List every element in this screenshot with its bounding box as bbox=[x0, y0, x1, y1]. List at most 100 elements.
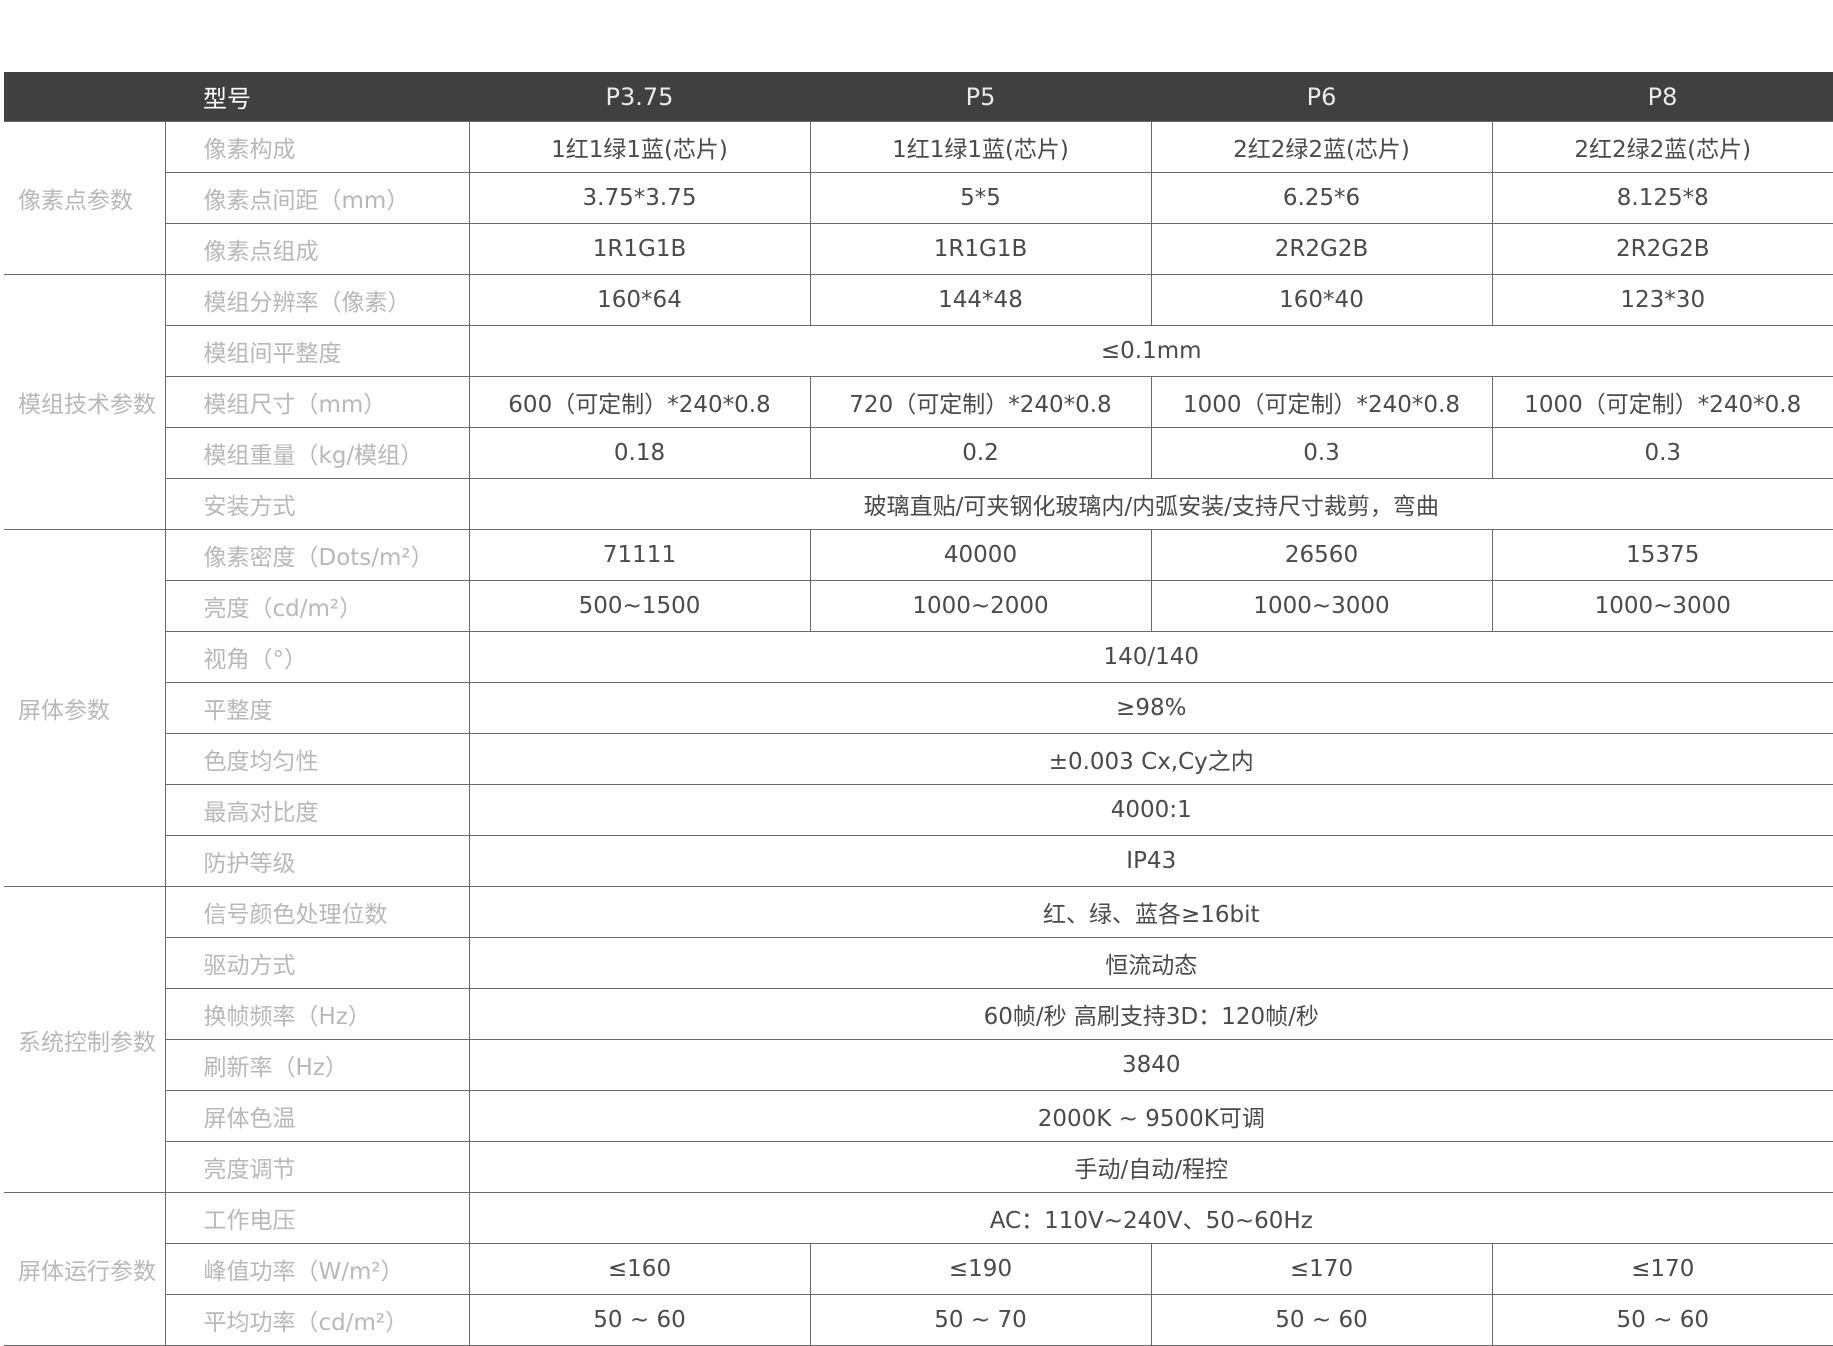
table-row: 平均功率（cd/m²） 50 ~ 60 50 ~ 70 50 ~ 60 50 ~ 60 bbox=[4, 1294, 1833, 1346]
merged-value-cell: 2000K ~ 9500K可调 bbox=[468, 1090, 1833, 1142]
param-label: 平均功率（cd/m²） bbox=[164, 1294, 470, 1346]
value-cell: 1R1G1B bbox=[809, 223, 1152, 275]
table-row: 刷新率（Hz） 3840 bbox=[4, 1039, 1833, 1091]
merged-value-cell: 红、绿、蓝各≥16bit bbox=[468, 886, 1833, 938]
table-row: 模组尺寸（mm） 600（可定制）*240*0.8 720（可定制）*240*0.8… bbox=[4, 376, 1833, 428]
value-cell: 2红2绿2蓝(芯片) bbox=[1150, 121, 1493, 173]
value-cell: 720（可定制）*240*0.8 bbox=[809, 376, 1152, 428]
table-row: 屏体色温 2000K ~ 9500K可调 bbox=[4, 1090, 1833, 1142]
value-cell: 1000（可定制）*240*0.8 bbox=[1150, 376, 1493, 428]
value-cell: 1000~3000 bbox=[1150, 580, 1493, 632]
header-group-cell bbox=[4, 72, 165, 122]
table-row: 驱动方式 恒流动态 bbox=[4, 937, 1833, 989]
merged-value-cell: 3840 bbox=[468, 1039, 1833, 1091]
value-cell: ≤170 bbox=[1150, 1243, 1493, 1295]
table-row: 亮度调节 手动/自动/程控 bbox=[4, 1141, 1833, 1193]
table-row: 模组技术参数 模组分辨率（像素） 160*64 144*48 160*40 123*30 bbox=[4, 274, 1833, 530]
group-label: 屏体参数 bbox=[4, 529, 166, 887]
value-cell: 50 ~ 70 bbox=[809, 1294, 1152, 1346]
value-cell: 1R1G1B bbox=[468, 223, 811, 275]
param-label: 信号颜色处理位数 bbox=[164, 886, 470, 938]
value-cell: ≤170 bbox=[1491, 1243, 1833, 1295]
table-row: 模组重量（kg/模组） 0.18 0.2 0.3 0.3 bbox=[4, 427, 1833, 479]
value-cell: ≤160 bbox=[468, 1243, 811, 1295]
table-row: 系统控制参数 信号颜色处理位数 红、绿、蓝各≥16bit bbox=[4, 886, 1833, 1193]
table-row: 像素点组成 1R1G1B 1R1G1B 2R2G2B 2R2G2B bbox=[4, 223, 1833, 275]
value-cell: 0.2 bbox=[809, 427, 1152, 479]
table-row: 防护等级 IP43 bbox=[4, 835, 1833, 887]
param-label: 模组重量（kg/模组） bbox=[164, 427, 470, 479]
param-label: 屏体色温 bbox=[164, 1090, 470, 1142]
merged-value-cell: 4000:1 bbox=[468, 784, 1833, 836]
param-label: 像素构成 bbox=[164, 121, 470, 173]
table-row: 换帧频率（Hz） 60帧/秒 高刷支持3D：120帧/秒 bbox=[4, 988, 1833, 1040]
param-label: 亮度（cd/m²） bbox=[164, 580, 470, 632]
param-label: 像素密度（Dots/m²） bbox=[164, 529, 470, 581]
value-cell: 6.25*6 bbox=[1150, 172, 1493, 224]
value-cell: 15375 bbox=[1491, 529, 1833, 581]
value-cell: 26560 bbox=[1150, 529, 1493, 581]
value-cell: 500~1500 bbox=[468, 580, 811, 632]
spec-table-container: 型号 P3.75 P5 P6 P8 像素点参数 像素构成 1红1绿1蓝(芯片) 1红1… bbox=[4, 72, 1833, 1346]
spec-table: 型号 P3.75 P5 P6 P8 像素点参数 像素构成 1红1绿1蓝(芯片) 1红1… bbox=[4, 72, 1833, 1346]
group-label: 像素点参数 bbox=[4, 121, 166, 275]
table-row: 视角（°） 140/140 bbox=[4, 631, 1833, 683]
table-row: 色度均匀性 ±0.003 Cx,Cy之内 bbox=[4, 733, 1833, 785]
value-cell: ≤190 bbox=[809, 1243, 1152, 1295]
group-label: 屏体运行参数 bbox=[4, 1192, 166, 1346]
value-cell: 1000~3000 bbox=[1491, 580, 1833, 632]
param-label: 换帧频率（Hz） bbox=[164, 988, 470, 1040]
param-label: 亮度调节 bbox=[164, 1141, 470, 1193]
value-cell: 3.75*3.75 bbox=[468, 172, 811, 224]
merged-value-cell: 60帧/秒 高刷支持3D：120帧/秒 bbox=[468, 988, 1833, 1040]
table-row: 安装方式 玻璃直贴/可夹钢化玻璃内/内弧安装/支持尺寸裁剪，弯曲 bbox=[4, 478, 1833, 530]
merged-value-cell: ≥98% bbox=[468, 682, 1833, 734]
merged-value-cell: 140/140 bbox=[468, 631, 1833, 683]
param-label: 防护等级 bbox=[164, 835, 470, 887]
value-cell: 40000 bbox=[809, 529, 1152, 581]
table-row: 像素点参数 像素构成 1红1绿1蓝(芯片) 1红1绿1蓝(芯片) 2红2绿2蓝(芯片) 2… bbox=[4, 121, 1833, 275]
value-cell: 0.3 bbox=[1150, 427, 1493, 479]
group-label: 系统控制参数 bbox=[4, 886, 166, 1193]
spec-body: 像素点参数 像素构成 1红1绿1蓝(芯片) 1红1绿1蓝(芯片) 2红2绿2蓝(芯片) 2… bbox=[4, 121, 1833, 1346]
value-cell: 50 ~ 60 bbox=[468, 1294, 811, 1346]
value-cell: 160*64 bbox=[468, 274, 811, 326]
param-label: 像素点间距（mm） bbox=[164, 172, 470, 224]
group-label: 模组技术参数 bbox=[4, 274, 166, 530]
param-label: 峰值功率（W/m²） bbox=[164, 1243, 470, 1295]
table-row: 平整度 ≥98% bbox=[4, 682, 1833, 734]
merged-value-cell: 玻璃直贴/可夹钢化玻璃内/内弧安装/支持尺寸裁剪，弯曲 bbox=[468, 478, 1833, 530]
value-cell: 600（可定制）*240*0.8 bbox=[468, 376, 811, 428]
merged-value-cell: IP43 bbox=[468, 835, 1833, 887]
table-row: 亮度（cd/m²） 500~1500 1000~2000 1000~3000 1000~… bbox=[4, 580, 1833, 632]
value-cell: 123*30 bbox=[1491, 274, 1833, 326]
param-label: 像素点组成 bbox=[164, 223, 470, 275]
value-cell: 50 ~ 60 bbox=[1150, 1294, 1493, 1346]
value-cell: 2R2G2B bbox=[1491, 223, 1833, 275]
value-cell: 50 ~ 60 bbox=[1491, 1294, 1833, 1346]
header-model-p8: P8 bbox=[1492, 72, 1833, 122]
header-model-label: 型号 bbox=[165, 72, 469, 122]
value-cell: 2红2绿2蓝(芯片) bbox=[1491, 121, 1833, 173]
value-cell: 1红1绿1蓝(芯片) bbox=[468, 121, 811, 173]
table-row: 模组间平整度 ≤0.1mm bbox=[4, 325, 1833, 377]
table-row: 屏体运行参数 工作电压 AC：110V~240V、50~60Hz bbox=[4, 1192, 1833, 1346]
table-row: 最高对比度 4000:1 bbox=[4, 784, 1833, 836]
value-cell: 8.125*8 bbox=[1491, 172, 1833, 224]
value-cell: 0.18 bbox=[468, 427, 811, 479]
param-label: 刷新率（Hz） bbox=[164, 1039, 470, 1091]
merged-value-cell: AC：110V~240V、50~60Hz bbox=[468, 1192, 1833, 1244]
table-row: 峰值功率（W/m²） ≤160 ≤190 ≤170 ≤170 bbox=[4, 1243, 1833, 1295]
param-label: 模组分辨率（像素） bbox=[164, 274, 470, 326]
merged-value-cell: 恒流动态 bbox=[468, 937, 1833, 989]
value-cell: 144*48 bbox=[809, 274, 1152, 326]
param-label: 工作电压 bbox=[164, 1192, 470, 1244]
value-cell: 1000~2000 bbox=[809, 580, 1152, 632]
value-cell: 71111 bbox=[468, 529, 811, 581]
param-label: 最高对比度 bbox=[164, 784, 470, 836]
value-cell: 1000（可定制）*240*0.8 bbox=[1491, 376, 1833, 428]
param-label: 色度均匀性 bbox=[164, 733, 470, 785]
param-label: 模组间平整度 bbox=[164, 325, 470, 377]
param-label: 视角（°） bbox=[164, 631, 470, 683]
table-row: 屏体参数 像素密度（Dots/m²） 71111 40000 26560 15375 bbox=[4, 529, 1833, 887]
